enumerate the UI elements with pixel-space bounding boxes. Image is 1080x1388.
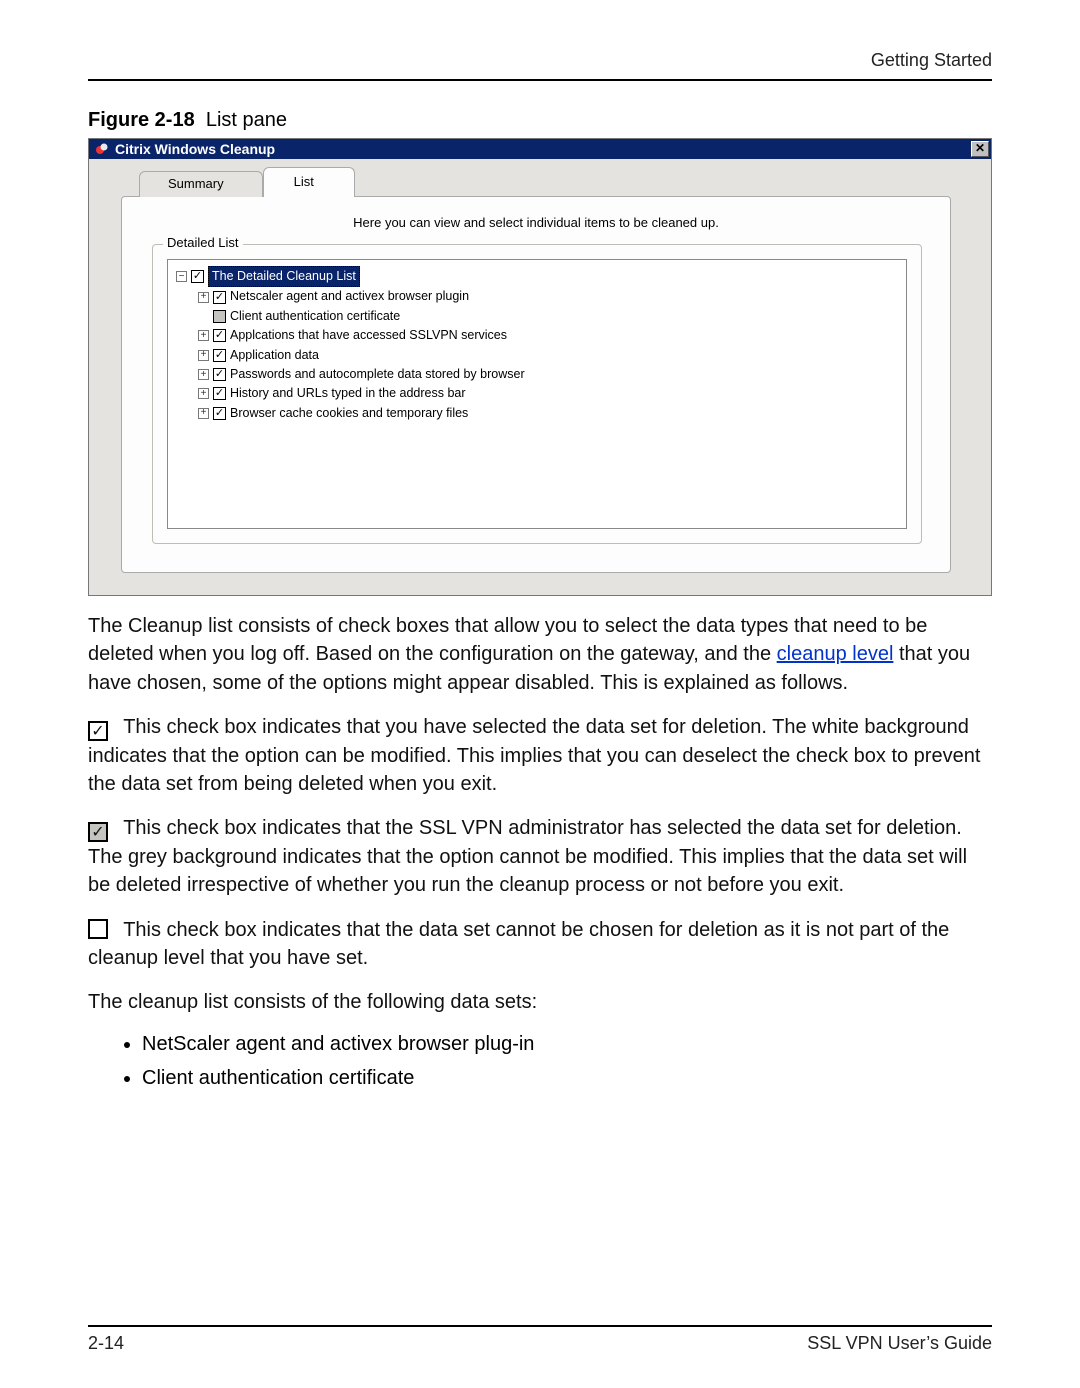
footer-rule [88,1325,992,1327]
checkbox[interactable]: ✓ [213,407,226,420]
paragraph-intro: The Cleanup list consists of check boxes… [88,612,992,697]
footer: 2-14 SSL VPN User’s Guide [88,1305,992,1354]
page-number: 2-14 [88,1333,124,1354]
tree-item[interactable]: + ✓ Browser cache cookies and temporary … [198,404,898,423]
checkbox[interactable]: ✓ [213,291,226,304]
tab-hint: Here you can view and select individual … [142,215,930,230]
checkbox-root[interactable]: ✓ [191,270,204,283]
p3-text: This check box indicates that the SSL VP… [88,817,967,896]
checkbox-empty-icon [88,919,108,939]
checkbox[interactable]: ✓ [213,368,226,381]
close-button[interactable]: ✕ [971,141,989,157]
checkbox[interactable]: ✓ [213,329,226,342]
app-icon [95,142,109,156]
tree-item-label: Client authentication certificate [230,307,400,326]
expand-icon[interactable]: + [198,330,209,341]
expand-icon[interactable]: + [198,408,209,419]
tree-item[interactable]: + ✓ Netscaler agent and activex browser … [198,287,898,306]
tree-item[interactable]: + ✓ Applcations that have accessed SSLVP… [198,326,898,345]
paragraph-checked-grey: ✓ This check box indicates that the SSL … [88,814,992,899]
checkbox-disabled [213,310,226,323]
p4-text: This check box indicates that the data s… [88,919,949,969]
expand-icon[interactable]: + [198,369,209,380]
paragraph-checked-white: ✓ This check box indicates that you have… [88,713,992,798]
figure-title: List pane [206,109,287,131]
tree-view[interactable]: − ✓ The Detailed Cleanup List + ✓ Netsca… [167,259,907,529]
tree-item[interactable]: Client authentication certificate [198,307,898,326]
window-body: Summary List Here you can view and selec… [89,159,991,595]
tree-item-label: Applcations that have accessed SSLVPN se… [230,326,507,345]
figure-caption: Figure 2-18 List pane [88,109,992,132]
expand-icon[interactable]: + [198,292,209,303]
tabpanel-list: Here you can view and select individual … [121,196,951,573]
collapse-icon[interactable]: − [176,271,187,282]
paragraph-datasets-intro: The cleanup list consists of the followi… [88,988,992,1016]
expand-icon[interactable]: + [198,388,209,399]
doc-title: SSL VPN User’s Guide [807,1333,992,1354]
detailed-list-groupbox: Detailed List − ✓ The Detailed Cleanup L… [152,244,922,544]
groupbox-legend: Detailed List [163,235,243,250]
tab-summary[interactable]: Summary [139,171,263,197]
tree-item[interactable]: + ✓ Application data [198,346,898,365]
tree-root-label[interactable]: The Detailed Cleanup List [208,266,360,287]
cleanup-level-link[interactable]: cleanup level [777,643,894,665]
checkbox[interactable]: ✓ [213,349,226,362]
figure-label: Figure 2-18 [88,109,195,131]
tree-item-label: Application data [230,346,319,365]
tree-item-label: Netscaler agent and activex browser plug… [230,287,469,306]
tree-item-label: Browser cache cookies and temporary file… [230,404,468,423]
screenshot-window: Citrix Windows Cleanup ✕ Summary List He… [88,138,992,596]
tree-item-label: History and URLs typed in the address ba… [230,384,466,403]
checkbox-checked-grey-icon: ✓ [88,822,108,842]
checkbox[interactable]: ✓ [213,387,226,400]
window-titlebar: Citrix Windows Cleanup ✕ [89,139,991,159]
window-title: Citrix Windows Cleanup [115,141,275,157]
header-rule [88,79,992,81]
dataset-list: NetScaler agent and activex browser plug… [142,1027,992,1095]
tab-row: Summary List [101,167,979,197]
list-item: Client authentication certificate [142,1061,992,1095]
tree-root[interactable]: − ✓ The Detailed Cleanup List [176,266,898,287]
expand-icon[interactable]: + [198,350,209,361]
spacer [198,311,209,322]
list-item: NetScaler agent and activex browser plug… [142,1027,992,1061]
p2-text: This check box indicates that you have s… [88,716,980,795]
header-section: Getting Started [88,50,992,71]
checkbox-checked-white-icon: ✓ [88,721,108,741]
paragraph-unchecked: This check box indicates that the data s… [88,916,992,973]
tree-item[interactable]: + ✓ History and URLs typed in the addres… [198,384,898,403]
tree-item-label: Passwords and autocomplete data stored b… [230,365,525,384]
tree-item[interactable]: + ✓ Passwords and autocomplete data stor… [198,365,898,384]
tab-list[interactable]: List [263,167,355,197]
